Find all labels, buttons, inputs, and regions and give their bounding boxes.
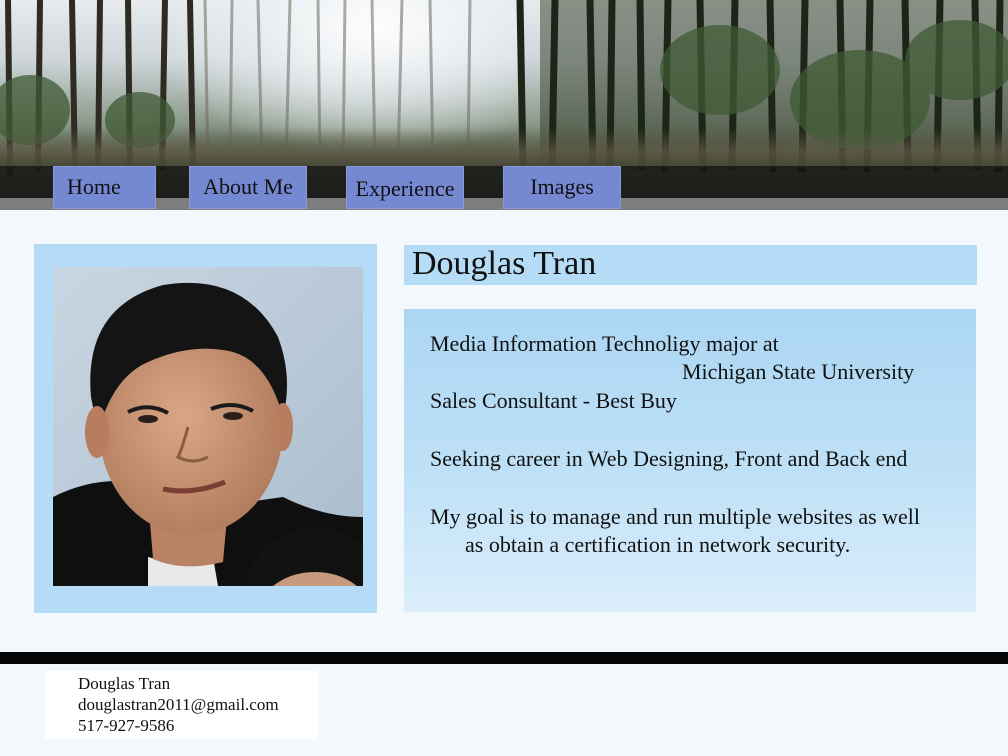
info-career: Seeking career in Web Designing, Front a… bbox=[430, 446, 908, 471]
contact-name: Douglas Tran bbox=[78, 674, 171, 693]
banner-ground bbox=[0, 128, 1008, 168]
info-job: Sales Consultant - Best Buy bbox=[430, 388, 677, 413]
page-title: Douglas Tran bbox=[412, 245, 597, 282]
nav-tab-about-me[interactable]: About Me bbox=[189, 166, 307, 209]
info-goal-2: as obtain a certification in network sec… bbox=[465, 532, 851, 557]
info-major: Media Information Technoligy major at bbox=[430, 331, 779, 356]
name-bar: Douglas Tran bbox=[404, 245, 977, 285]
portrait-image bbox=[53, 267, 363, 586]
contact-email: douglastran2011@gmail.com bbox=[78, 695, 279, 714]
nav-tab-experience[interactable]: Experience bbox=[346, 166, 464, 209]
info-university: Michigan State University bbox=[682, 359, 915, 384]
nav-tab-images[interactable]: Images bbox=[503, 166, 621, 209]
info-goal-1: My goal is to manage and run multiple we… bbox=[430, 504, 921, 529]
profile-photo bbox=[53, 267, 363, 586]
photo-panel bbox=[34, 244, 377, 613]
footer-divider bbox=[0, 652, 1008, 664]
contact-card: Douglas Tran douglastran2011@gmail.com 5… bbox=[45, 671, 318, 739]
about-panel: Media Information Technoligy major at Mi… bbox=[404, 309, 976, 612]
contact-phone: 517-927-9586 bbox=[78, 716, 175, 735]
nav-tab-home[interactable]: Home bbox=[53, 166, 156, 209]
